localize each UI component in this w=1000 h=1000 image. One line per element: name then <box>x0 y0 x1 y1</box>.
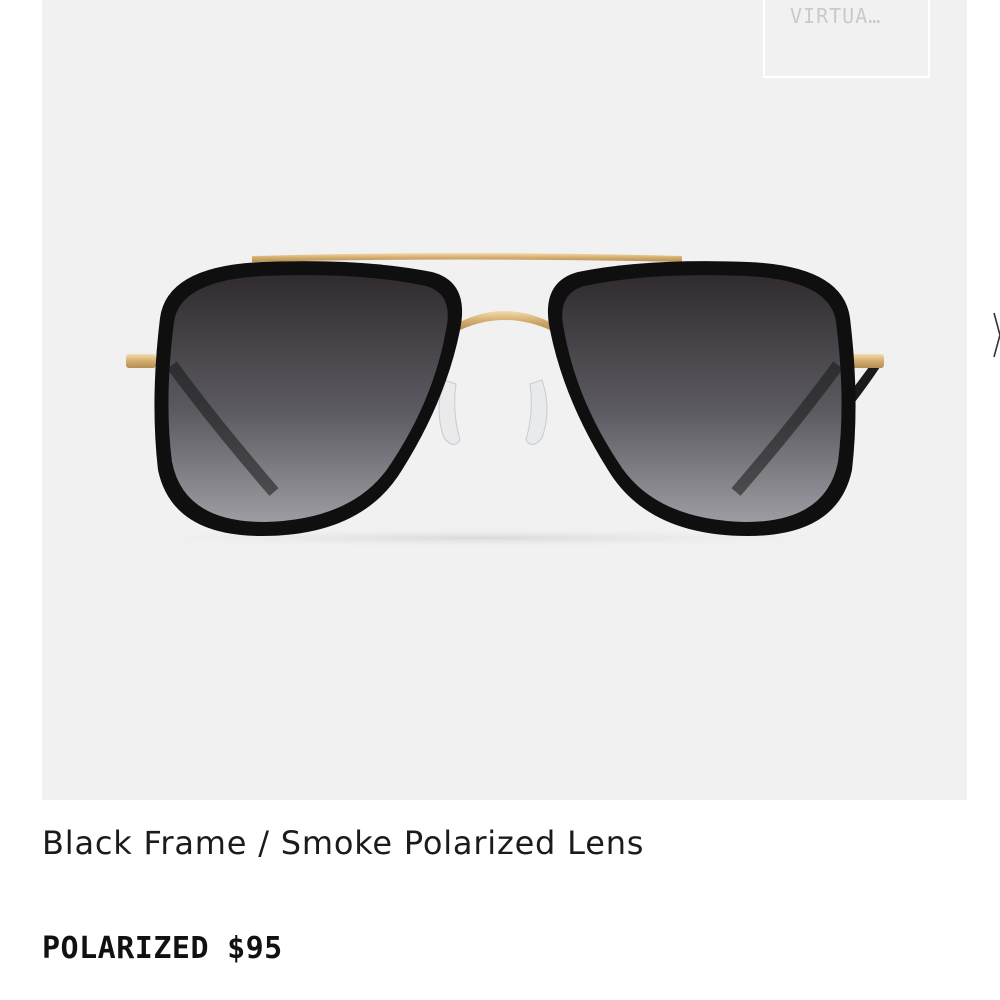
lens-type-label: POLARIZED <box>42 931 210 966</box>
chevron-right-icon[interactable] <box>985 305 1000 365</box>
virtual-try-on-label: VIRTUA… <box>790 4 882 28</box>
virtual-try-on-button[interactable]: VIRTUA… <box>763 0 930 78</box>
sunglasses-image <box>82 253 884 548</box>
product-page: VIRTUA… Black Frame / Smoke Polarized Le… <box>0 0 1000 1000</box>
product-image[interactable]: VIRTUA… <box>42 0 967 800</box>
product-title: Black Frame / Smoke Polarized Lens <box>42 824 645 862</box>
product-price: $95 <box>227 931 283 966</box>
price-line: POLARIZED $95 <box>42 931 283 966</box>
